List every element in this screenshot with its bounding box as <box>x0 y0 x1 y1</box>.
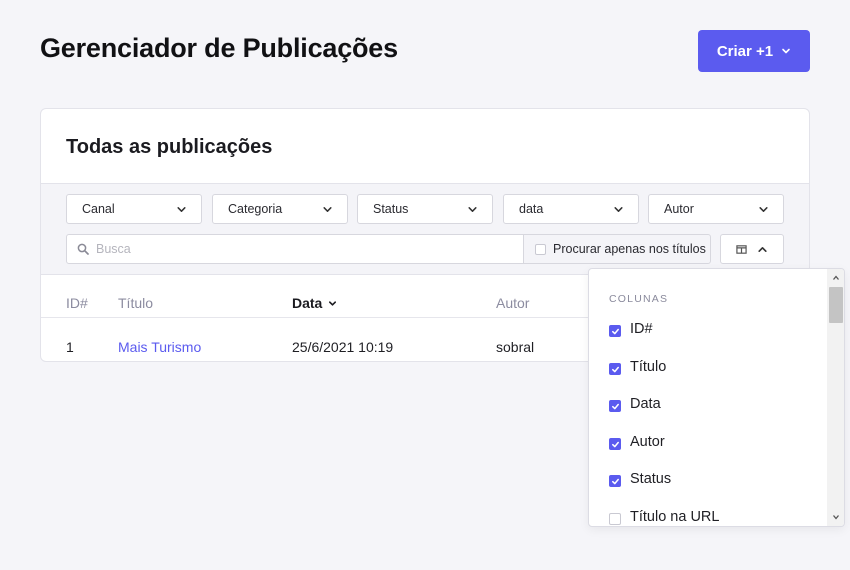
channel-select-label: Canal <box>82 202 115 216</box>
create-button-label: Criar +1 <box>716 42 774 60</box>
column-option-status[interactable]: Status <box>609 469 671 489</box>
create-button[interactable]: Criar +1 <box>698 30 810 72</box>
columns-heading: COLUNAS <box>609 293 669 305</box>
column-option-label: Status <box>630 471 672 487</box>
title-only-label: Procurar apenas nos títulos <box>553 242 706 256</box>
column-option-id[interactable]: ID# <box>609 319 653 339</box>
check-icon <box>611 441 619 447</box>
column-option-author[interactable]: Autor <box>609 432 665 452</box>
checkbox-checked[interactable] <box>609 400 621 412</box>
column-option-label: Data <box>630 396 661 412</box>
column-header-date[interactable]: Data <box>292 295 337 311</box>
cell-id: 1 <box>66 339 74 355</box>
column-option-title[interactable]: Título <box>609 357 666 377</box>
check-icon <box>611 478 619 484</box>
column-option-label: Título <box>630 359 667 375</box>
column-header-title[interactable]: Título <box>118 295 153 311</box>
scroll-down-arrow-icon[interactable] <box>827 510 844 524</box>
checkbox-checked[interactable] <box>609 363 621 375</box>
columns-toggle-button[interactable] <box>720 234 784 264</box>
status-select-label: Status <box>373 202 409 216</box>
category-select-label: Categoria <box>228 202 283 216</box>
checkbox-checked[interactable] <box>609 475 621 487</box>
scroll-up-arrow-icon[interactable] <box>827 271 844 285</box>
category-select[interactable]: Categoria <box>212 194 348 224</box>
filter-bar: Canal Categoria Status data Autor Procur… <box>41 183 809 275</box>
sort-desc-icon <box>329 300 337 306</box>
columns-icon <box>736 244 747 254</box>
title-only-toggle[interactable]: Procurar apenas nos títulos <box>523 234 711 264</box>
author-select[interactable]: Autor <box>648 194 784 224</box>
check-icon <box>611 328 619 334</box>
title-only-checkbox[interactable] <box>535 243 546 255</box>
post-title-link[interactable]: Mais Turismo <box>118 339 201 355</box>
chevron-down-icon <box>468 206 477 212</box>
chevron-down-icon <box>323 206 332 212</box>
date-select[interactable]: data <box>503 194 639 224</box>
column-option-label: ID# <box>630 321 653 337</box>
column-header-date-label: Data <box>292 295 323 311</box>
columns-dropdown: COLUNAS ID# Título Data Autor Status Tít… <box>588 268 845 527</box>
search-icon <box>77 243 89 255</box>
column-option-date[interactable]: Data <box>609 394 661 414</box>
check-icon <box>611 366 619 372</box>
chevron-down-icon <box>759 206 768 212</box>
column-option-url-title[interactable]: Título na URL <box>609 507 720 526</box>
date-select-label: data <box>519 202 544 216</box>
column-option-label: Título na URL <box>630 509 720 525</box>
chevron-up-icon <box>758 246 767 252</box>
status-select[interactable]: Status <box>357 194 493 224</box>
page-title: Gerenciador de Publicações <box>40 33 398 63</box>
chevron-down-icon <box>614 206 623 212</box>
column-option-label: Autor <box>630 434 665 450</box>
channel-select[interactable]: Canal <box>66 194 202 224</box>
column-header-id[interactable]: ID# <box>66 295 88 311</box>
cell-date: 25/6/2021 10:19 <box>292 339 394 355</box>
chevron-down-icon <box>177 206 186 212</box>
chevron-down-icon <box>782 48 790 54</box>
checkbox-unchecked[interactable] <box>609 513 621 525</box>
scrollbar-thumb[interactable] <box>829 287 843 323</box>
search-input[interactable] <box>96 242 516 256</box>
cell-author: sobral <box>496 339 535 355</box>
checkbox-checked[interactable] <box>609 438 621 450</box>
author-select-label: Autor <box>664 202 694 216</box>
search-field <box>66 234 524 264</box>
column-header-author[interactable]: Autor <box>496 295 529 311</box>
checkbox-checked[interactable] <box>609 325 621 337</box>
scrollbar[interactable] <box>827 269 844 526</box>
check-icon <box>611 403 619 409</box>
card-title: Todas as publicações <box>66 136 273 158</box>
